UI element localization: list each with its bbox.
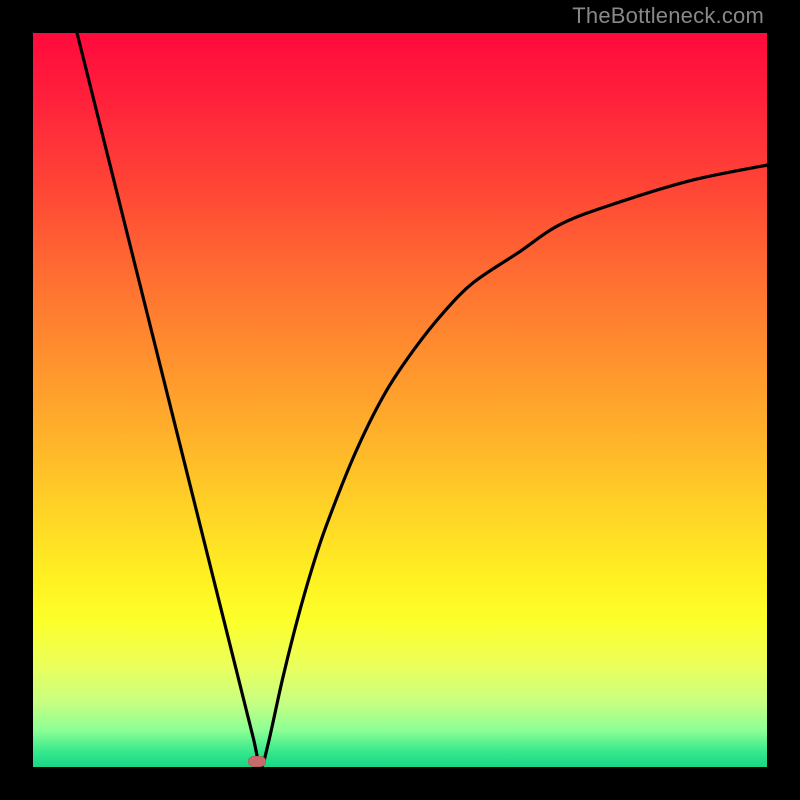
watermark-text: TheBottleneck.com xyxy=(572,3,764,29)
bottleneck-curve xyxy=(33,33,767,767)
chart-frame: TheBottleneck.com xyxy=(0,0,800,800)
plot-area xyxy=(33,33,767,767)
optimal-point-marker xyxy=(248,756,266,767)
